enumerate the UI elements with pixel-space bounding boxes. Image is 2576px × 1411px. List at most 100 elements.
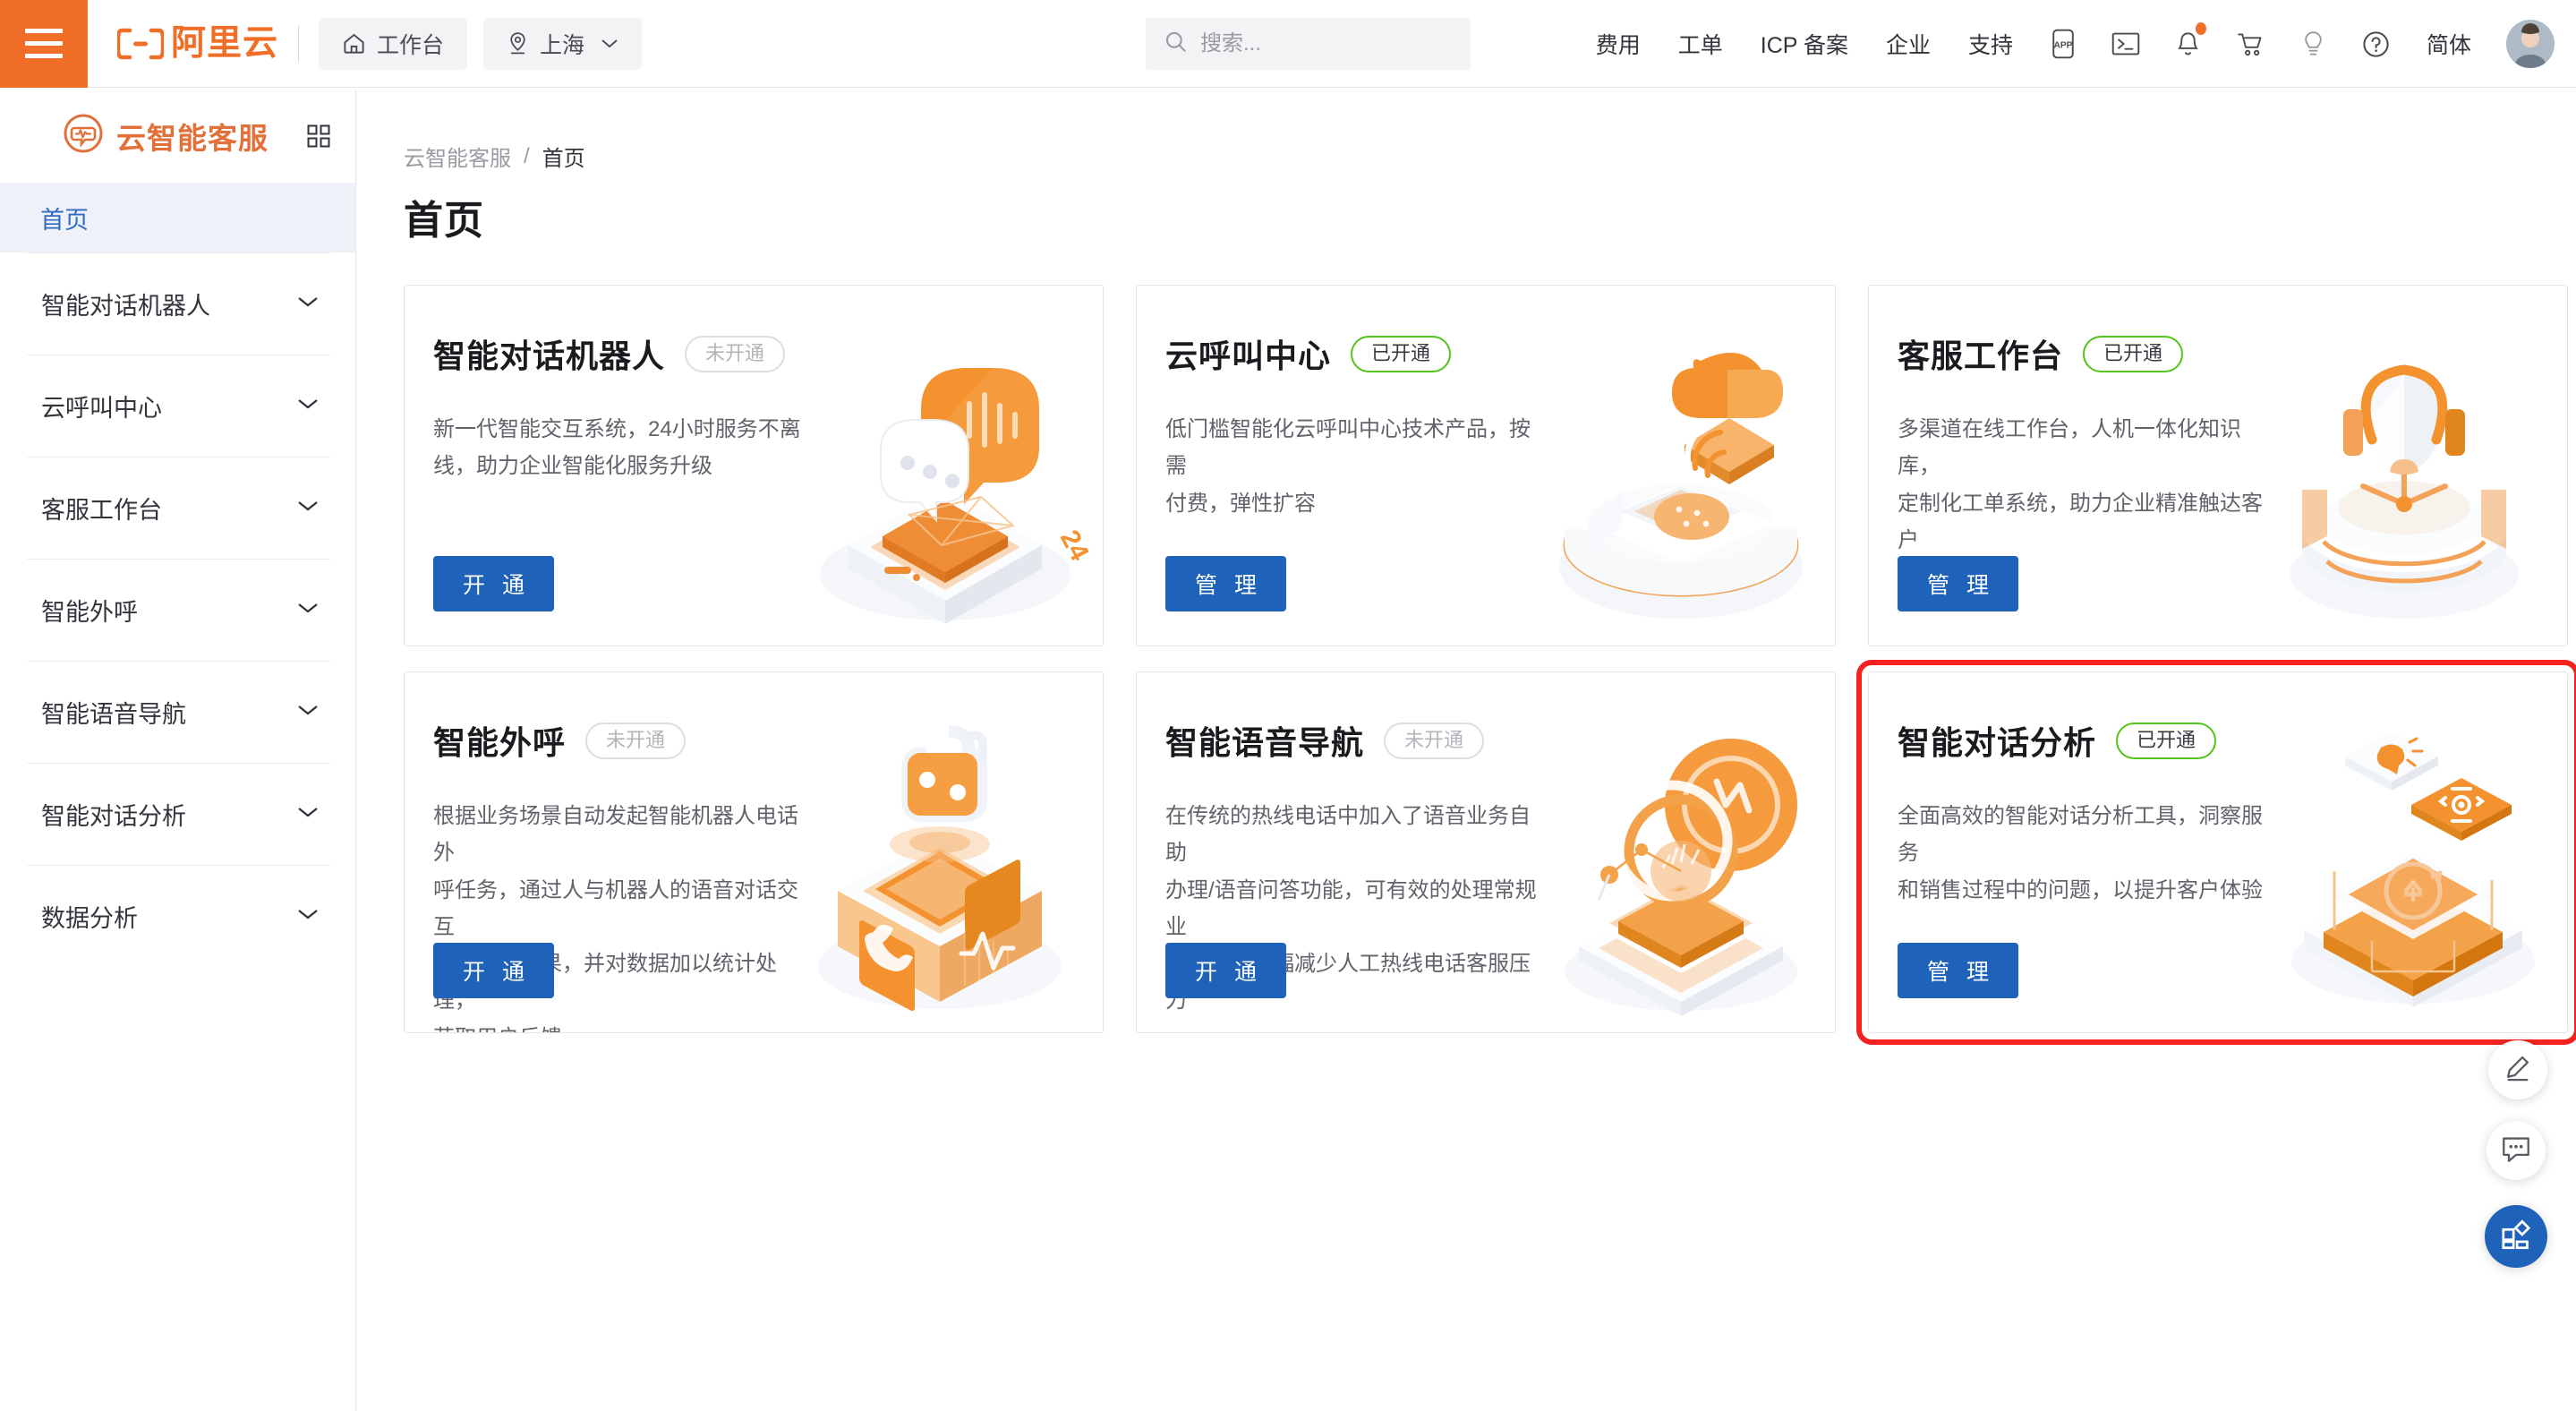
sidebar-group-call-center[interactable]: 云呼叫中心: [27, 355, 330, 457]
card-header: 智能对话机器人 未开通: [433, 330, 1103, 377]
location-pin-icon: [507, 31, 529, 56]
sidebar-group-data-analysis[interactable]: 数据分析: [27, 865, 330, 967]
help-circle-icon[interactable]: [2360, 26, 2393, 62]
status-badge: 未开通: [685, 335, 786, 372]
aliyun-brand-text: 阿里云: [171, 24, 279, 63]
notification-badge: [2195, 22, 2206, 35]
card-action-button[interactable]: 开 通: [433, 943, 554, 998]
grid-icon[interactable]: [307, 124, 330, 148]
breadcrumb-root[interactable]: 云智能客服: [404, 141, 511, 172]
breadcrumb-separator: /: [524, 143, 530, 168]
card-description: 全面高效的智能对话分析工具，洞察服务 和销售过程中的问题，以提升客户体验: [1898, 804, 2263, 902]
status-badge: 已开通: [2116, 722, 2217, 759]
sidebar-group-voice-nav[interactable]: 智能语音导航: [27, 661, 330, 763]
sidebar-group-label: 智能对话分析: [41, 803, 186, 830]
card-title: 智能对话机器人: [433, 338, 666, 374]
card-action-button[interactable]: 管 理: [1898, 556, 2018, 611]
product-card-voice-navigation[interactable]: 智能语音导航 未开通 在传统的热线电话中加入了语音业务自助 办理/语音问答功能，…: [1136, 671, 1836, 1033]
search-icon: [1164, 30, 1188, 58]
sidebar-group-label: 智能对话机器人: [41, 293, 210, 320]
header-right-cluster: 费用 工单 ICP 备案 企业 支持 APP 简体: [1577, 0, 2576, 88]
cart-icon[interactable]: [2235, 26, 2267, 62]
chevron-down-icon: [296, 703, 320, 722]
card-title: 智能外呼: [433, 724, 567, 761]
product-card-chatbot[interactable]: 24 智能对话机器人 未开通 新一代智能交互系统，24小时服务不离 线，助力企业…: [404, 285, 1104, 646]
user-avatar[interactable]: [2506, 20, 2555, 68]
card-description: 低门槛智能化云呼叫中心技术产品，按需 付费，弹性扩容: [1165, 417, 1531, 516]
header-divider: [298, 24, 300, 63]
region-label: 上海: [540, 32, 585, 58]
page-title: 首页: [404, 199, 484, 243]
card-header: 云呼叫中心 已开通: [1165, 330, 1835, 377]
sidebar-group-label: 数据分析: [41, 905, 138, 932]
region-selector[interactable]: 上海: [483, 17, 643, 70]
app-icon[interactable]: APP: [2047, 26, 2079, 62]
chevron-down-icon: [296, 601, 320, 620]
card-title: 客服工作台: [1898, 338, 2064, 374]
card-header: 智能语音导航 未开通: [1165, 717, 1835, 764]
bell-icon[interactable]: [2172, 22, 2206, 62]
apps-grid-icon: [2501, 1219, 2531, 1254]
language-switcher[interactable]: 简体: [2427, 28, 2471, 60]
breadcrumb: 云智能客服 / 首页: [357, 89, 2576, 172]
sidebar-item-home[interactable]: 首页: [0, 183, 355, 252]
edit-layout-button[interactable]: [2488, 1040, 2547, 1099]
product-card-workbench[interactable]: 客服工作台 已开通 多渠道在线工作台，人机一体化知识库， 定制化工单系统，助力企…: [1868, 285, 2568, 646]
svg-text:24: 24: [1054, 526, 1095, 566]
card-description: 新一代智能交互系统，24小时服务不离 线，助力企业智能化服务升级: [433, 417, 801, 479]
product-card-call-center[interactable]: 云呼叫中心 已开通 低门槛智能化云呼叫中心技术产品，按需 付费，弹性扩容 管 理: [1136, 285, 1836, 646]
chevron-down-icon: [296, 907, 320, 926]
workbench-button[interactable]: 工作台: [319, 17, 468, 70]
status-badge: 已开通: [2083, 335, 2184, 372]
workbench-label: 工作台: [377, 32, 445, 58]
card-action-button[interactable]: 开 通: [1165, 943, 1286, 998]
sidebar-group-outbound[interactable]: 智能外呼: [27, 559, 330, 661]
card-title: 智能语音导航: [1165, 724, 1365, 761]
header-link-support[interactable]: 支持: [1968, 28, 2013, 60]
product-card-outbound[interactable]: 智能外呼 未开通 根据业务场景自动发起智能机器人电话外 呼任务，通过人与机器人的…: [404, 671, 1104, 1033]
left-sidebar: 云智能客服 首页 智能对话机器人 云呼叫中心 客服工作台 智能外呼 智能语音导航…: [0, 89, 356, 1411]
status-badge: 未开通: [585, 722, 687, 759]
product-name: 云智能客服: [116, 121, 269, 155]
feedback-button[interactable]: [2486, 1121, 2546, 1180]
home-icon: [342, 31, 366, 56]
terminal-icon[interactable]: [2110, 26, 2142, 62]
apps-launcher-button[interactable]: [2485, 1205, 2547, 1268]
search-input[interactable]: [1200, 31, 1453, 56]
status-badge: 已开通: [1351, 335, 1452, 372]
card-action-button[interactable]: 管 理: [1165, 556, 1286, 611]
floating-action-column: [2485, 1121, 2547, 1268]
cloud-service-logo-icon: [63, 113, 104, 158]
card-header: 智能对话分析 已开通: [1898, 717, 2567, 764]
chevron-down-icon: [601, 38, 618, 49]
card-action-button[interactable]: 管 理: [1898, 943, 2018, 998]
sidebar-header: 云智能客服: [0, 89, 355, 183]
header-link-icp[interactable]: ICP 备案: [1761, 28, 1848, 60]
chevron-down-icon: [296, 397, 320, 415]
card-title: 云呼叫中心: [1165, 338, 1332, 374]
card-title: 智能对话分析: [1898, 724, 2097, 761]
sidebar-group-chatbot[interactable]: 智能对话机器人: [27, 252, 330, 355]
aliyun-logo[interactable]: 阿里云: [115, 24, 279, 63]
header-link-fees[interactable]: 费用: [1596, 28, 1641, 60]
product-logo[interactable]: 云智能客服: [63, 113, 269, 158]
chevron-down-icon: [296, 805, 320, 824]
global-search-box[interactable]: [1146, 18, 1471, 70]
svg-text:APP: APP: [2054, 41, 2073, 51]
product-card-dialog-analysis[interactable]: 智能对话分析 已开通 全面高效的智能对话分析工具，洞察服务 和销售过程中的问题，…: [1856, 660, 2576, 1045]
header-link-tickets[interactable]: 工单: [1678, 28, 1723, 60]
sidebar-group-workbench[interactable]: 客服工作台: [27, 457, 330, 559]
lightbulb-icon[interactable]: [2298, 26, 2330, 62]
chevron-down-icon: [296, 295, 320, 313]
sidebar-group-label: 智能外呼: [41, 599, 138, 626]
feedback-chat-icon: [2502, 1135, 2530, 1167]
breadcrumb-current: 首页: [542, 147, 585, 171]
sidebar-group-dialog-analysis[interactable]: 智能对话分析: [27, 763, 330, 865]
sidebar-group-label: 客服工作台: [41, 497, 162, 524]
sidebar-group-label: 智能语音导航: [41, 701, 186, 728]
chevron-down-icon: [296, 499, 320, 517]
card-header: 客服工作台 已开通: [1898, 330, 2567, 377]
header-link-enterprise[interactable]: 企业: [1886, 28, 1931, 60]
hamburger-menu-icon[interactable]: [0, 0, 88, 88]
card-action-button[interactable]: 开 通: [433, 556, 554, 611]
